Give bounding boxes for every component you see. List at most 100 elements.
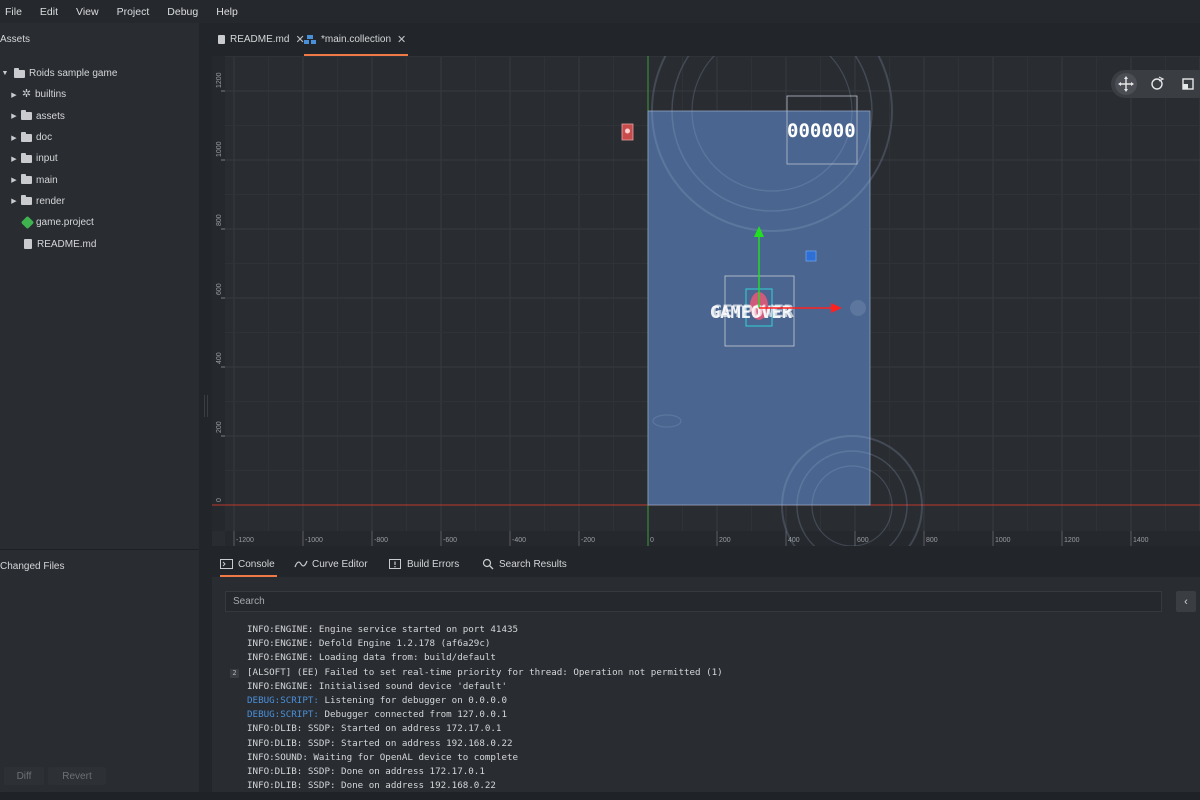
- console-line-text: Waiting for OpenAL device to complete: [307, 751, 519, 763]
- editor-tab-bar: README.md ✕ *main.collection ✕: [212, 23, 1200, 56]
- ruler-label: 1000: [995, 537, 1011, 544]
- assets-title: Assets: [0, 34, 31, 45]
- status-bar: [0, 792, 1200, 800]
- tab-label: Search Results: [499, 558, 567, 570]
- console-line: INFO:DLIB: SSDP: Done on address 172.17.…: [247, 765, 723, 779]
- scale-tool-icon[interactable]: [1182, 78, 1194, 90]
- node-marker[interactable]: [805, 250, 817, 262]
- chevron-right-icon[interactable]: ▶: [10, 155, 18, 163]
- console-line-tag: INFO:ENGINE:: [247, 638, 314, 650]
- console-tab-bar: Console Curve Editor Build Errors Search…: [212, 551, 1200, 577]
- scene-viewport[interactable]: 1200 1000 800 600 400 200 0 -1200 -1000 -800 -600…: [212, 56, 1200, 546]
- revert-button[interactable]: Revert: [48, 767, 106, 785]
- repeat-count-badge: 2: [230, 668, 239, 678]
- console-line: DEBUG:SCRIPT: Listening for debugger on …: [247, 694, 723, 708]
- ruler-label: 600: [216, 283, 223, 295]
- menu-project[interactable]: Project: [117, 6, 150, 18]
- ruler-label: 800: [926, 537, 938, 544]
- ruler-label: 400: [216, 352, 223, 364]
- folder-icon: [21, 195, 32, 206]
- tab-console[interactable]: Console: [220, 551, 277, 577]
- tree-item-root[interactable]: ▼ Roids sample game: [0, 63, 199, 84]
- console-line-tag: INFO:SOUND:: [247, 751, 308, 763]
- tab-curve-editor[interactable]: Curve Editor: [294, 551, 368, 577]
- ruler-label: 1000: [216, 141, 223, 157]
- console-line-tag: INFO:DLIB:: [247, 765, 303, 777]
- tab-search-results[interactable]: Search Results: [482, 551, 567, 577]
- ruler-label: 800: [216, 214, 223, 226]
- tree-item-assets[interactable]: ▶ assets: [0, 106, 199, 127]
- splitter-grip[interactable]: [204, 395, 208, 417]
- document-icon: [24, 239, 32, 250]
- tab-label: Build Errors: [407, 558, 460, 570]
- close-icon[interactable]: ✕: [397, 33, 406, 46]
- collapse-button[interactable]: ‹: [1176, 591, 1196, 612]
- console-line-text: SSDP: Started on address 192.168.0.22: [302, 737, 513, 749]
- folder-icon: [21, 174, 32, 185]
- menu-edit[interactable]: Edit: [40, 6, 58, 18]
- console-line: INFO:ENGINE: Initialised sound device 'd…: [247, 680, 723, 694]
- ruler-label: 1400: [1133, 537, 1149, 544]
- console-line: 2 [ALSOFT] (EE) Failed to set real-time p…: [230, 666, 723, 680]
- search-icon: [482, 558, 494, 570]
- console-line-tag: INFO:ENGINE:: [247, 652, 314, 664]
- ruler-label: -1200: [236, 537, 254, 544]
- console-line: INFO:DLIB: SSDP: Started on address 172.…: [247, 722, 723, 736]
- chevron-left-icon: ‹: [1184, 595, 1188, 608]
- chevron-right-icon[interactable]: ▶: [10, 176, 18, 184]
- menu-debug[interactable]: Debug: [167, 6, 198, 18]
- console-line-text: Listening for debugger on 0.0.0.0: [318, 694, 507, 706]
- chevron-right-icon[interactable]: ▶: [10, 197, 18, 205]
- ruler-label: -1000: [305, 537, 323, 544]
- tree-item-label: Roids sample game: [29, 68, 118, 80]
- ruler-label: 1200: [1064, 537, 1080, 544]
- menu-view[interactable]: View: [76, 6, 99, 18]
- tool-palette: [1111, 70, 1200, 98]
- console-line: DEBUG:SCRIPT: Debugger connected from 12…: [247, 708, 723, 722]
- scene-canvas[interactable]: 1200 1000 800 600 400 200 0 -1200 -1000 -800 -600…: [212, 56, 1200, 546]
- console-line-text: Debugger connected from 127.0.0.1: [318, 709, 507, 721]
- ruler-label: -200: [581, 537, 595, 544]
- doc-icon: [218, 35, 225, 44]
- console-line-text: SSDP: Done on address 192.168.0.22: [302, 780, 496, 792]
- tree-item-game-project[interactable]: game.project: [0, 212, 199, 233]
- vertical-ruler: 1200 1000 800 600 400 200 0: [212, 56, 225, 531]
- tab-readme[interactable]: README.md ✕: [218, 23, 305, 56]
- chevron-down-icon[interactable]: ▼: [1, 70, 9, 78]
- tree-item-render[interactable]: ▶ render: [0, 191, 199, 212]
- tree-item-label: doc: [36, 132, 53, 144]
- tree-item-readme[interactable]: README.md: [0, 233, 199, 254]
- tree-item-input[interactable]: ▶ input: [0, 148, 199, 169]
- collection-icon: [304, 35, 316, 44]
- tree-item-main[interactable]: ▶ main: [0, 169, 199, 190]
- tab-build-errors[interactable]: Build Errors: [389, 551, 459, 577]
- console-line-tag: INFO:DLIB:: [247, 780, 303, 792]
- menu-bar: File Edit View Project Debug Help: [0, 0, 1200, 23]
- project-icon: [20, 216, 35, 230]
- panel-divider[interactable]: [0, 549, 199, 550]
- move-tool-icon[interactable]: [1115, 73, 1137, 95]
- folder-icon: [14, 67, 25, 78]
- folder-icon: [21, 110, 32, 121]
- tab-label: *main.collection: [321, 34, 392, 45]
- tab-label: README.md: [230, 34, 290, 45]
- console-line: INFO:ENGINE: Defold Engine 1.2.178 (af6a…: [247, 637, 723, 651]
- tab-main-collection[interactable]: *main.collection ✕: [304, 23, 409, 56]
- menu-file[interactable]: File: [5, 6, 22, 18]
- chevron-right-icon[interactable]: ▶: [10, 134, 18, 142]
- menu-help[interactable]: Help: [216, 6, 238, 18]
- console-search-input[interactable]: Search: [225, 591, 1162, 612]
- console-line-text: Defold Engine 1.2.178 (af6a29c): [313, 638, 491, 650]
- tree-item-builtins[interactable]: ▶ ✲ builtins: [0, 84, 199, 105]
- console-line: INFO:SOUND: Waiting for OpenAL device to…: [247, 751, 723, 765]
- console-line-text: Initialised sound device 'default': [313, 680, 507, 692]
- console-line-text: SSDP: Started on address 172.17.0.1: [302, 723, 502, 735]
- chevron-right-icon[interactable]: ▶: [10, 91, 18, 99]
- diff-button[interactable]: Diff: [4, 767, 44, 785]
- rotate-tool-icon[interactable]: [1151, 76, 1165, 90]
- tree-item-doc[interactable]: ▶ doc: [0, 127, 199, 148]
- console-line: INFO:ENGINE: Engine service started on p…: [247, 623, 723, 637]
- tree-item-label: README.md: [37, 238, 97, 250]
- ruler-label: 200: [216, 421, 223, 433]
- chevron-right-icon[interactable]: ▶: [10, 112, 18, 120]
